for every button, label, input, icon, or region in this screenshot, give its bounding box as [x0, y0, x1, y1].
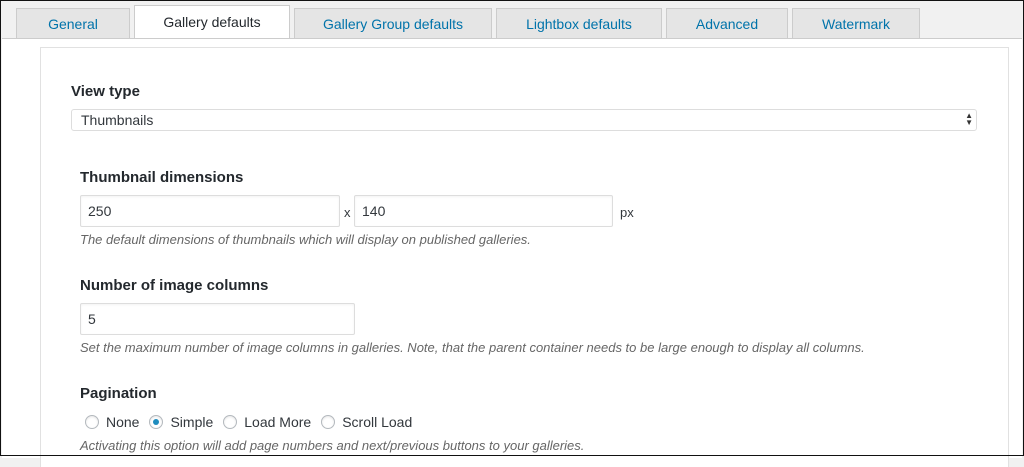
pagination-label: Pagination	[80, 385, 157, 402]
pagination-option-none[interactable]: None	[85, 414, 139, 430]
tab-label: Gallery defaults	[163, 14, 261, 30]
tab-watermark[interactable]: Watermark	[792, 8, 920, 38]
tab-label: Advanced	[695, 15, 759, 32]
pagination-option-load-more[interactable]: Load More	[223, 414, 311, 430]
image-columns-value: 5	[88, 311, 96, 327]
tab-gallery-defaults[interactable]: Gallery defaults	[134, 5, 290, 38]
image-columns-label: Number of image columns	[80, 277, 269, 294]
thumbnail-dimensions-description: The default dimensions of thumbnails whi…	[80, 232, 531, 247]
tab-lightbox-defaults[interactable]: Lightbox defaults	[496, 8, 662, 38]
dimension-unit: px	[620, 205, 634, 220]
settings-panel: View type Thumbnails ▲ ▼ Thumbnail dimens…	[2, 38, 1022, 467]
thumbnail-width-value: 250	[88, 203, 112, 219]
tab-label: Lightbox defaults	[526, 15, 632, 32]
tab-general[interactable]: General	[16, 8, 130, 38]
view-type-selected-value: Thumbnails	[81, 112, 154, 128]
image-columns-input[interactable]: 5	[80, 303, 355, 335]
radio-button[interactable]	[321, 415, 336, 429]
gallery-defaults-content: View type Thumbnails ▲ ▼ Thumbnail dimens…	[40, 47, 1009, 467]
view-type-label: View type	[71, 83, 140, 100]
radio-label: Scroll Load	[342, 414, 413, 430]
view-type-select[interactable]: Thumbnails ▲ ▼	[71, 109, 977, 131]
radio-button[interactable]	[223, 415, 238, 429]
thumbnail-width-input[interactable]: 250	[80, 195, 340, 227]
select-arrows-icon: ▲ ▼	[965, 111, 973, 127]
thumbnail-height-value: 140	[362, 203, 386, 219]
tab-label: General	[48, 15, 98, 32]
tab-label: Gallery Group defaults	[322, 15, 464, 32]
radio-label: Simple	[170, 414, 214, 430]
tab-advanced[interactable]: Advanced	[666, 8, 788, 38]
pagination-options: None Simple Load More Scroll Load	[85, 414, 422, 430]
image-columns-description: Set the maximum number of image columns …	[80, 340, 865, 355]
pagination-description: Activating this option will add page num…	[80, 438, 585, 453]
tab-label: Watermark	[822, 15, 890, 32]
tab-gallery-group-defaults[interactable]: Gallery Group defaults	[294, 8, 492, 38]
dimension-separator: x	[344, 205, 351, 220]
radio-button[interactable]	[85, 415, 99, 429]
radio-label: Load More	[244, 414, 312, 430]
radio-button-checked[interactable]	[149, 415, 164, 429]
pagination-option-scroll-load[interactable]: Scroll Load	[321, 414, 412, 430]
settings-tabs: General Gallery defaults Gallery Group d…	[16, 5, 924, 38]
radio-label: None	[106, 414, 140, 430]
thumbnail-dimensions-label: Thumbnail dimensions	[80, 169, 244, 186]
thumbnail-height-input[interactable]: 140	[354, 195, 613, 227]
pagination-option-simple[interactable]: Simple	[149, 414, 213, 430]
